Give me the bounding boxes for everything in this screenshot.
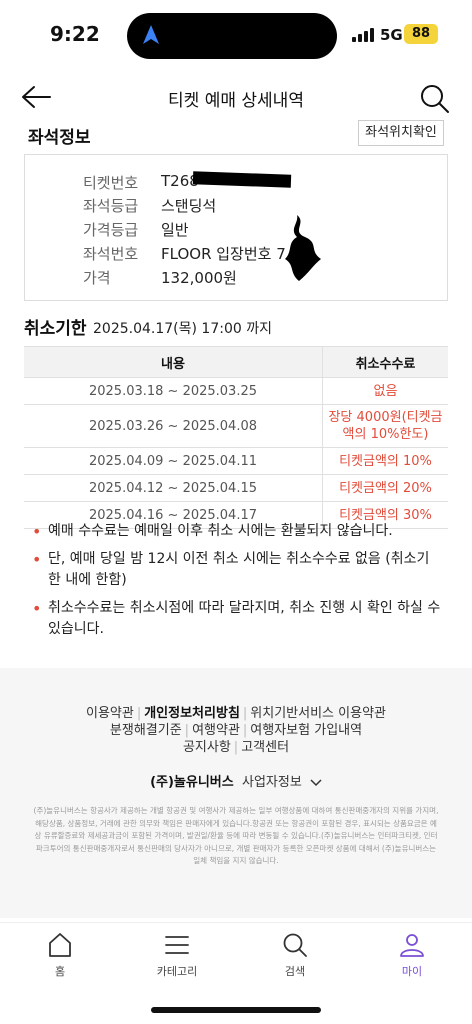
dynamic-island xyxy=(127,13,337,59)
seat-info-box: 티켓번호 T268 좌석등급 스탠딩석 가격등급 일반 좌석번호 FLOOR 입… xyxy=(24,154,448,301)
row-label: 좌석번호 xyxy=(83,245,139,263)
notice-link[interactable]: 공지사항 xyxy=(183,740,231,755)
tab-label: 홈 xyxy=(54,965,66,978)
tab-label: 카테고리 xyxy=(156,965,198,978)
row-label: 가격등급 xyxy=(83,221,139,239)
cancel-fee-table: 내용 취소수수료 2025.03.18 ~ 2025.03.25 없음 2025… xyxy=(24,346,448,529)
user-icon xyxy=(400,934,424,957)
period-cell: 2025.04.09 ~ 2025.04.11 xyxy=(24,447,323,475)
table-row: 2025.03.18 ~ 2025.03.25 없음 xyxy=(24,377,448,405)
row-value: FLOOR 입장번호 7 xyxy=(161,245,286,263)
footer: 이용약관 | 개인정보처리방침 | 위치기반서비스 이용약관 분쟁해결기준 | 여행약관 | 여… xyxy=(0,668,472,918)
column-header-content: 내용 xyxy=(24,346,323,378)
period-cell: 2025.03.18 ~ 2025.03.25 xyxy=(24,377,323,405)
note-item: 단, 예매 당일 밤 12시 이전 취소 시에는 취소수수료 없음 (취소기한 … xyxy=(32,549,442,591)
note-item: 취소수수료는 취소시점에 따라 달라지며, 취소 진행 시 확인 하실 수 있습… xyxy=(32,598,442,640)
page-header: 티켓 예매 상세내역 xyxy=(0,72,472,124)
search-icon[interactable] xyxy=(418,82,450,114)
support-link[interactable]: 고객센터 xyxy=(241,740,289,755)
row-value: 일반 xyxy=(161,221,189,239)
tab-my[interactable]: 마이 xyxy=(372,931,452,979)
company-name: (주)놀유니버스 xyxy=(150,775,234,790)
tab-search[interactable]: 검색 xyxy=(255,931,335,979)
status-bar: 9:22 5G 88 xyxy=(0,0,472,70)
navigation-arrow-icon xyxy=(143,25,159,44)
home-indicator xyxy=(151,1007,321,1013)
fee-cell: 없음 xyxy=(322,377,448,405)
table-row: 2025.04.09 ~ 2025.04.11 티켓금액의 10% xyxy=(24,447,448,475)
period-cell: 2025.03.26 ~ 2025.04.08 xyxy=(24,404,323,448)
table-row: 2025.04.12 ~ 2025.04.15 티켓금액의 20% xyxy=(24,474,448,502)
location-terms-link[interactable]: 위치기반서비스 이용약관 xyxy=(250,706,386,721)
search-icon xyxy=(283,933,307,957)
fee-cell: 티켓금액의 10% xyxy=(322,447,448,475)
seat-location-button[interactable]: 좌석위치확인 xyxy=(358,120,444,146)
row-value: 스탠딩석 xyxy=(161,197,217,215)
company-info-toggle[interactable]: (주)놀유니버스 사업자정보 xyxy=(0,771,472,790)
home-icon xyxy=(49,933,71,957)
travel-insurance-link[interactable]: 여행자보험 가입내역 xyxy=(250,723,362,738)
cancel-deadline-label: 취소기한 xyxy=(24,319,87,339)
row-value: 132,000원 xyxy=(161,269,237,287)
dispute-link[interactable]: 분쟁해결기준 xyxy=(110,723,182,738)
page-title: 티켓 예매 상세내역 xyxy=(168,91,304,111)
network-type: 5G xyxy=(380,26,403,44)
fee-cell: 장당 4000원(티켓금액의 10%한도) xyxy=(322,404,448,448)
tab-category[interactable]: 카테고리 xyxy=(137,931,217,979)
fee-cell: 티켓금액의 20% xyxy=(322,474,448,502)
notes-list: 예매 수수료는 예매일 이후 취소 시에는 환불되지 않습니다. 단, 예매 당… xyxy=(32,521,442,647)
status-time: 9:22 xyxy=(50,22,100,46)
legal-disclaimer: (주)놀유니버스는 항공사가 제공하는 개별 항공권 및 여행사가 제공하는 일… xyxy=(33,806,439,865)
cancel-deadline-date: 2025.04.17(목) 17:00 까지 xyxy=(93,321,272,337)
table-row: 2025.03.26 ~ 2025.04.08 장당 4000원(티켓금액의 1… xyxy=(24,404,448,448)
company-info-label: 사업자정보 xyxy=(241,775,302,790)
battery-icon: 88 xyxy=(404,24,438,44)
redaction-scribble xyxy=(285,215,321,281)
tab-label: 검색 xyxy=(284,965,306,978)
note-item: 예매 수수료는 예매일 이후 취소 시에는 환불되지 않습니다. xyxy=(32,521,442,542)
period-cell: 2025.04.12 ~ 2025.04.15 xyxy=(24,474,323,502)
redaction-mark xyxy=(192,171,292,188)
chevron-down-icon xyxy=(310,778,322,786)
tab-home[interactable]: 홈 xyxy=(20,931,100,979)
row-label: 티켓번호 xyxy=(83,174,139,192)
menu-icon xyxy=(165,936,189,954)
signal-icon xyxy=(352,28,376,42)
terms-link[interactable]: 이용약관 xyxy=(86,706,134,721)
bottom-tab-bar: 홈 카테고리 검색 마이 xyxy=(0,922,472,993)
column-header-fee: 취소수수료 xyxy=(322,346,448,378)
row-label: 좌석등급 xyxy=(83,197,139,215)
privacy-link[interactable]: 개인정보처리방침 xyxy=(144,706,240,721)
travel-terms-link[interactable]: 여행약관 xyxy=(192,723,240,738)
seat-info-title: 좌석정보 xyxy=(28,128,91,148)
footer-links: 이용약관 | 개인정보처리방침 | 위치기반서비스 이용약관 분쟁해결기준 | 여행약관 | 여… xyxy=(85,706,386,755)
tab-label: 마이 xyxy=(401,965,423,978)
row-label: 가격 xyxy=(83,269,111,287)
